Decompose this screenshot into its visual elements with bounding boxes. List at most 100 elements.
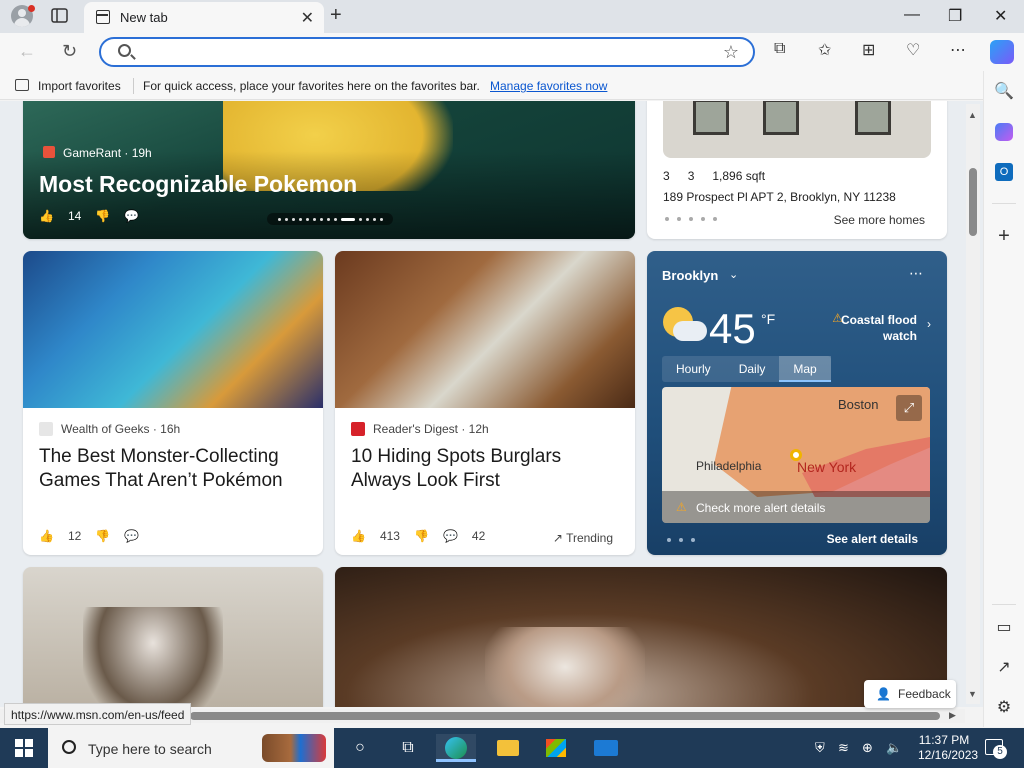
see-more-homes-link[interactable]: See more homes — [834, 213, 925, 227]
taskbar-search[interactable]: Type here to search — [48, 728, 334, 768]
copilot-icon[interactable] — [990, 40, 1014, 64]
home-carousel-dots[interactable] — [665, 217, 717, 221]
sidebar-settings-gear-icon[interactable]: ⚙ — [994, 697, 1014, 717]
tab-daily[interactable]: Daily — [725, 356, 780, 382]
tray-volume-icon[interactable]: 🔈 — [886, 740, 902, 756]
news-image-4 — [485, 627, 645, 707]
tab-actions-icon[interactable] — [49, 6, 71, 26]
weather-carousel-dots[interactable] — [667, 538, 695, 542]
horizontal-scroll-thumb[interactable] — [190, 712, 940, 720]
weather-more-icon[interactable]: ⋯ — [909, 265, 923, 282]
sidebar-copilot-icon[interactable] — [995, 123, 1013, 141]
taskbar-clock[interactable]: 11:37 PM 12/16/2023 — [918, 733, 978, 763]
back-arrow-icon[interactable]: ← — [18, 41, 36, 62]
sidebar-outlook-icon[interactable]: O — [995, 163, 1013, 181]
hero-actions: 👍 14 👎 💬 — [39, 209, 139, 223]
hero-article-card[interactable]: GameRant · 19h Most Recognizable Pokemon… — [23, 101, 635, 239]
minimize-icon[interactable]: — — [904, 6, 920, 24]
task-view-icon[interactable]: ⧉ — [388, 734, 428, 762]
news-card-3[interactable] — [23, 567, 323, 707]
import-folder-icon — [15, 79, 29, 91]
hero-title[interactable]: Most Recognizable Pokemon — [39, 171, 357, 198]
vertical-scrollbar[interactable]: ▲ ▼ — [966, 104, 980, 704]
cortana-circle-icon[interactable]: ○ — [340, 734, 380, 762]
sidebar-add-icon[interactable]: + — [994, 225, 1014, 247]
sidebar-open-external-icon[interactable]: ↗ — [994, 657, 1014, 677]
news-card-2[interactable]: Reader's Digest · 12h 10 Hiding Spots Bu… — [335, 251, 635, 555]
map-label-philadelphia: Philadelphia — [696, 459, 762, 473]
alert-chevron-right-icon[interactable]: › — [927, 317, 931, 331]
dislike-icon[interactable]: 👎 — [95, 529, 110, 543]
tray-network-icon[interactable]: ≋ — [838, 740, 849, 756]
favorites-bar: Import favorites For quick access, place… — [0, 71, 1024, 100]
new-tab-plus-icon[interactable]: + — [330, 4, 342, 27]
scroll-right-icon[interactable]: ▶ — [949, 710, 956, 721]
check-alert-text: Check more alert details — [696, 501, 826, 515]
tab-close-icon[interactable]: ✕ — [301, 8, 314, 28]
scroll-down-icon[interactable]: ▼ — [968, 689, 977, 699]
vertical-scroll-thumb[interactable] — [969, 168, 977, 236]
weather-tabs: Hourly Daily Map — [662, 356, 831, 382]
start-windows-icon[interactable] — [15, 739, 33, 757]
search-icon — [118, 44, 131, 57]
sidebar-divider — [992, 203, 1016, 204]
restore-icon[interactable]: ❐ — [948, 6, 962, 26]
comment-icon[interactable]: 💬 — [124, 209, 139, 223]
comment-icon[interactable]: 💬 — [124, 529, 139, 543]
address-bar[interactable]: ☆ — [99, 37, 755, 67]
refresh-icon[interactable]: ↻ — [62, 41, 77, 62]
tab-new-tab[interactable]: New tab ✕ — [84, 2, 324, 33]
tab-map[interactable]: Map — [779, 356, 831, 382]
dislike-icon[interactable]: 👎 — [414, 529, 429, 543]
tray-globe-icon[interactable]: ⊕ — [862, 740, 873, 756]
weather-map[interactable]: Boston Philadelphia New York ⤢ ⚠ Check m… — [662, 387, 930, 523]
tab-hourly[interactable]: Hourly — [662, 356, 725, 382]
city-chevron-down-icon[interactable]: ⌄ — [729, 268, 738, 281]
feedback-person-icon: 👤 — [876, 687, 891, 701]
browser-essentials-icon[interactable]: ♡ — [906, 40, 920, 60]
news-actions-2: 👍 413 👎 💬 42 — [351, 529, 485, 543]
address-input[interactable] — [145, 41, 705, 63]
folder-icon — [497, 740, 519, 756]
weather-city[interactable]: Brooklyn — [662, 268, 718, 283]
check-alert-bar[interactable]: ⚠ Check more alert details — [662, 491, 930, 523]
dislike-icon[interactable]: 👎 — [95, 209, 110, 223]
weather-alert[interactable]: Coastal flood watch — [841, 312, 917, 344]
comment-icon[interactable]: 💬 — [443, 529, 458, 543]
expand-map-icon[interactable]: ⤢ — [896, 395, 922, 421]
scroll-up-icon[interactable]: ▲ — [968, 110, 977, 120]
like-icon[interactable]: 👍 — [39, 529, 54, 543]
manage-favorites-link[interactable]: Manage favorites now — [490, 79, 607, 93]
import-favorites-button[interactable]: Import favorites — [38, 79, 121, 93]
split-screen-icon[interactable]: ⧉ — [774, 40, 785, 58]
tray-shield-icon[interactable]: ⛨ — [815, 740, 825, 756]
close-window-icon[interactable]: ✕ — [994, 6, 1007, 26]
weather-card[interactable]: Brooklyn ⌄ ⋯ 45 °F ⚠ Coastal flood watch… — [647, 251, 947, 555]
more-options-icon[interactable]: ⋯ — [950, 40, 966, 60]
store-icon[interactable] — [536, 734, 576, 762]
carousel-dots[interactable] — [267, 213, 393, 225]
weather-alert-line2: watch — [882, 329, 917, 343]
news-actions-1: 👍 12 👎 💬 — [39, 529, 139, 543]
news-card-4[interactable] — [335, 567, 947, 707]
like-icon[interactable]: 👍 — [39, 209, 54, 223]
like-icon[interactable]: 👍 — [351, 529, 366, 543]
mail-icon[interactable] — [586, 734, 626, 762]
news-title-2[interactable]: 10 Hiding Spots Burglars Always Look Fir… — [351, 445, 621, 493]
collections-icon[interactable]: ⊞ — [862, 40, 875, 60]
feedback-label: Feedback — [898, 687, 951, 701]
feedback-button[interactable]: 👤 Feedback — [864, 680, 956, 708]
map-label-new-york: New York — [797, 459, 857, 475]
sidebar-search-icon[interactable]: 🔍 — [994, 81, 1014, 101]
edge-app-icon[interactable] — [436, 734, 476, 762]
news-card-1[interactable]: Wealth of Geeks · 16h The Best Monster-C… — [23, 251, 323, 555]
sidebar-panel-icon[interactable]: ▭ — [994, 617, 1014, 637]
favorite-star-icon[interactable]: ☆ — [723, 42, 739, 63]
home-sqft: 1,896 sqft — [712, 169, 766, 183]
favorites-icon[interactable]: ✩ — [818, 40, 831, 60]
file-explorer-icon[interactable] — [488, 734, 528, 762]
see-alert-details-link[interactable]: See alert details — [827, 532, 918, 546]
comment-count: 42 — [471, 529, 486, 543]
real-estate-card[interactable]: 3 3 1,896 sqft 189 Prospect Pl APT 2, Br… — [647, 101, 947, 239]
news-title-1[interactable]: The Best Monster-Collecting Games That A… — [39, 445, 309, 493]
